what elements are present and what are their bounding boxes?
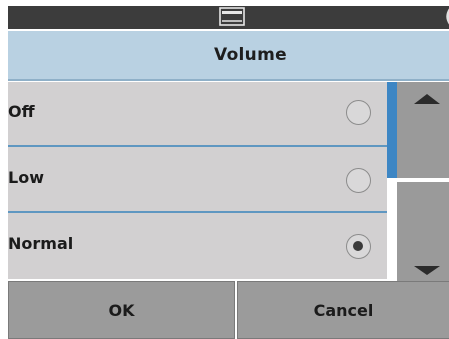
page-title: Volume [214,45,287,65]
option-label: Low [8,168,44,187]
scrollbar-thumb[interactable] [387,82,397,178]
button-bar: OK Cancel [8,281,449,339]
list-item-normal[interactable]: Normal [8,214,387,279]
volume-dialog: ( Volume Off Low Normal OK [0,0,449,339]
volume-options-list: Off Low Normal [8,82,387,279]
list-item-low[interactable]: Low [8,148,387,213]
scroll-controls [387,82,449,281]
printer-tray-icon [219,7,245,26]
title-bar: Volume [8,31,449,81]
radio-normal-selected[interactable] [346,234,371,259]
scrollbar-track[interactable] [387,82,397,281]
arrow-up-icon [414,94,440,104]
ok-button[interactable]: OK [8,281,235,339]
status-bar: ( [8,6,449,29]
scroll-up-button[interactable] [397,82,449,180]
option-label: Normal [8,234,74,253]
radio-low[interactable] [346,168,371,193]
radio-off[interactable] [346,100,371,125]
status-glyph: ( [445,6,449,28]
cancel-button[interactable]: Cancel [237,281,449,339]
option-label: Off [8,102,35,121]
scroll-down-button[interactable] [397,182,449,281]
radio-selected-dot [353,241,363,251]
arrow-down-icon [414,266,440,275]
list-item-off[interactable]: Off [8,82,387,147]
